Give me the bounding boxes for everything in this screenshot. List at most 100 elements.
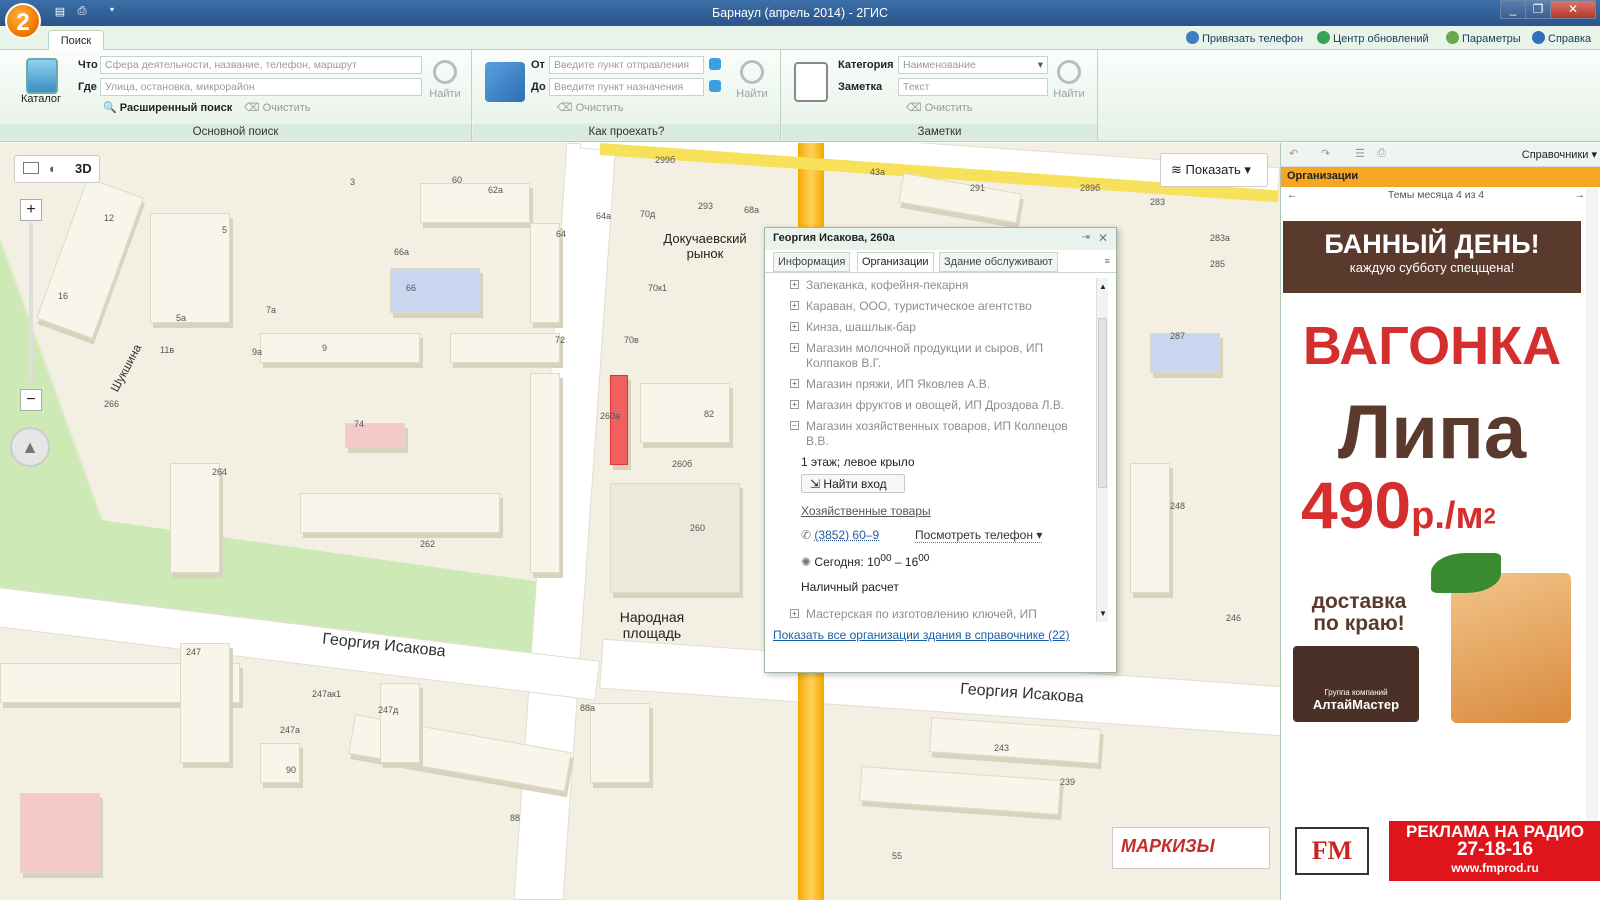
forward-icon[interactable]: ↷ bbox=[1321, 147, 1330, 160]
tab-organizations[interactable]: Организации bbox=[857, 252, 934, 272]
scroll-down-icon[interactable]: ▼ bbox=[1099, 609, 1107, 618]
print-icon[interactable]: ⎙ bbox=[74, 5, 90, 19]
parameters-link[interactable]: Параметры bbox=[1446, 31, 1521, 45]
folder-icon[interactable]: ▤ bbox=[52, 5, 68, 19]
notes-clear-button[interactable]: ⌫ Очистить bbox=[906, 101, 973, 114]
main-clear-button[interactable]: ⌫ Очистить bbox=[244, 101, 311, 114]
bind-phone-link[interactable]: Привязать телефон bbox=[1186, 31, 1303, 45]
building-90[interactable] bbox=[260, 743, 300, 783]
popup-scrollbar[interactable]: ▲ ▼ bbox=[1096, 278, 1108, 622]
entrance-icon: ⇲ bbox=[810, 477, 821, 491]
ruler-icon[interactable] bbox=[23, 162, 39, 174]
route-clear-button[interactable]: ⌫ Очистить bbox=[557, 101, 624, 114]
building[interactable] bbox=[450, 333, 560, 363]
app-logo[interactable]: 2 bbox=[5, 3, 41, 39]
building[interactable] bbox=[590, 703, 650, 783]
radio-ad[interactable]: FM РЕКЛАМА НА РАДИО 27-18-16 www.fmprod.… bbox=[1281, 821, 1600, 881]
show-layers-button[interactable]: ≋ Показать ▾ bbox=[1160, 153, 1268, 187]
minimize-button[interactable]: _ bbox=[1500, 0, 1526, 19]
close-icon[interactable]: ✕ bbox=[1098, 231, 1108, 245]
what-input[interactable]: Сфера деятельности, название, телефон, м… bbox=[100, 56, 422, 74]
org-item[interactable]: + Мастерская по изготовлению ключей, ИП bbox=[790, 607, 1037, 621]
bath-day-ad[interactable]: БАННЫЙ ДЕНЬ! каждую субботу спецщена! bbox=[1283, 221, 1581, 293]
scroll-up-icon[interactable]: ▲ bbox=[1099, 282, 1107, 291]
building[interactable] bbox=[170, 463, 220, 573]
org-item[interactable]: + Караван, ООО, туристическое агентство bbox=[790, 299, 1032, 313]
tab-information[interactable]: Информация bbox=[773, 252, 851, 272]
from-pin-icon[interactable] bbox=[709, 58, 721, 70]
maximize-button[interactable]: ❐ bbox=[1525, 0, 1551, 19]
mode-3d-button[interactable]: 3D bbox=[75, 161, 92, 176]
night-mode-icon[interactable]: ◐ bbox=[49, 161, 57, 176]
zoom-out-button[interactable]: − bbox=[20, 389, 42, 411]
building[interactable] bbox=[180, 643, 230, 763]
building[interactable] bbox=[1130, 463, 1170, 593]
help-link[interactable]: Справка bbox=[1532, 31, 1591, 45]
reference-dropdown[interactable]: Справочники ▾ bbox=[1522, 148, 1597, 161]
building[interactable] bbox=[928, 717, 1102, 764]
note-input[interactable]: Текст bbox=[898, 78, 1048, 96]
category-link[interactable]: Хозяйственные товары bbox=[801, 504, 931, 518]
building[interactable] bbox=[260, 333, 420, 363]
tab-building-service[interactable]: Здание обслуживают bbox=[939, 252, 1058, 272]
building[interactable] bbox=[150, 213, 230, 323]
school-building[interactable] bbox=[390, 268, 480, 313]
find-entrance-button[interactable]: ⇲ Найти вход bbox=[801, 474, 905, 493]
prev-theme-icon[interactable]: ← bbox=[1287, 189, 1298, 201]
zoom-slider[interactable] bbox=[29, 223, 33, 383]
next-theme-icon[interactable]: → bbox=[1575, 189, 1586, 201]
view-phone-button[interactable]: Посмотреть телефон ▾ bbox=[915, 528, 1043, 543]
advanced-search-label: Расширенный поиск bbox=[119, 102, 233, 114]
expand-icon[interactable]: + bbox=[790, 301, 799, 310]
compass-icon[interactable]: ▲ bbox=[10, 427, 50, 467]
expand-icon[interactable]: + bbox=[790, 400, 799, 409]
expand-icon[interactable]: + bbox=[790, 609, 799, 618]
expand-icon[interactable]: + bbox=[790, 343, 799, 352]
route-find-button[interactable]: Найти bbox=[735, 60, 769, 100]
org-item[interactable]: + Магазин молочной продукции и сыров, ИП bbox=[790, 341, 1043, 355]
find-entrance-label: Найти вход bbox=[823, 477, 887, 491]
building[interactable] bbox=[380, 683, 420, 763]
org-item[interactable]: + Магазин пряжи, ИП Яковлев А.В. bbox=[790, 377, 990, 391]
back-icon[interactable]: ↶ bbox=[1289, 147, 1298, 160]
collapse-icon[interactable]: − bbox=[790, 421, 799, 430]
where-input[interactable]: Улица, остановка, микрорайон bbox=[100, 78, 422, 96]
category-select[interactable]: Наименование ▾ bbox=[898, 56, 1048, 74]
building[interactable] bbox=[859, 766, 1061, 815]
building[interactable] bbox=[300, 493, 500, 533]
building[interactable] bbox=[20, 793, 100, 873]
from-input[interactable]: Введите пункт отправления bbox=[549, 56, 704, 74]
notes-find-button[interactable]: Найти bbox=[1052, 60, 1086, 100]
to-pin-icon[interactable] bbox=[709, 80, 721, 92]
org-item[interactable]: + Магазин фруктов и овощей, ИП Дроздова Л… bbox=[790, 398, 1064, 412]
to-input[interactable]: Введите пункт назначения bbox=[549, 78, 704, 96]
tab-search[interactable]: Поиск bbox=[48, 30, 104, 51]
building-260[interactable] bbox=[610, 483, 740, 593]
catalog-label[interactable]: Каталог bbox=[21, 93, 61, 105]
expand-icon[interactable]: + bbox=[790, 280, 799, 289]
building[interactable] bbox=[420, 183, 530, 223]
markizy-ad[interactable]: МАРКИЗЫ bbox=[1112, 827, 1270, 869]
show-all-orgs-link[interactable]: Показать все организации здания в справо… bbox=[773, 628, 1069, 642]
quick-access-dropdown-icon[interactable]: ▾ bbox=[104, 5, 120, 19]
org-item[interactable]: + Кинза, шашлык-бар bbox=[790, 320, 916, 334]
route-group-title: Как проехать? bbox=[473, 124, 780, 140]
popup-menu-icon[interactable]: ≡ bbox=[1105, 256, 1110, 266]
pin-icon[interactable]: ⇥ bbox=[1082, 232, 1090, 243]
zoom-in-button[interactable]: + bbox=[20, 199, 42, 221]
scroll-thumb[interactable] bbox=[1098, 318, 1107, 488]
close-button[interactable]: ✕ bbox=[1550, 0, 1596, 19]
org-item[interactable]: + Запеканка, кофейня-пекарня bbox=[790, 278, 968, 292]
catalog-icon[interactable] bbox=[26, 58, 58, 94]
advanced-search-link[interactable]: 🔍 Расширенный поиск bbox=[103, 101, 232, 114]
building[interactable] bbox=[530, 373, 560, 573]
org-item-expanded[interactable]: − Магазин хозяйственных товаров, ИП Колпе… bbox=[790, 419, 1068, 433]
main-find-button[interactable]: Найти bbox=[428, 60, 462, 100]
print-icon[interactable]: ⎙ bbox=[1377, 147, 1386, 160]
building-82[interactable] bbox=[640, 383, 730, 443]
expand-icon[interactable]: + bbox=[790, 379, 799, 388]
expand-icon[interactable]: + bbox=[790, 322, 799, 331]
list-icon[interactable]: ☰ bbox=[1355, 147, 1365, 160]
update-center-link[interactable]: Центр обновлений bbox=[1317, 31, 1429, 45]
phone-number[interactable]: (3852) 60–9 bbox=[814, 528, 879, 542]
